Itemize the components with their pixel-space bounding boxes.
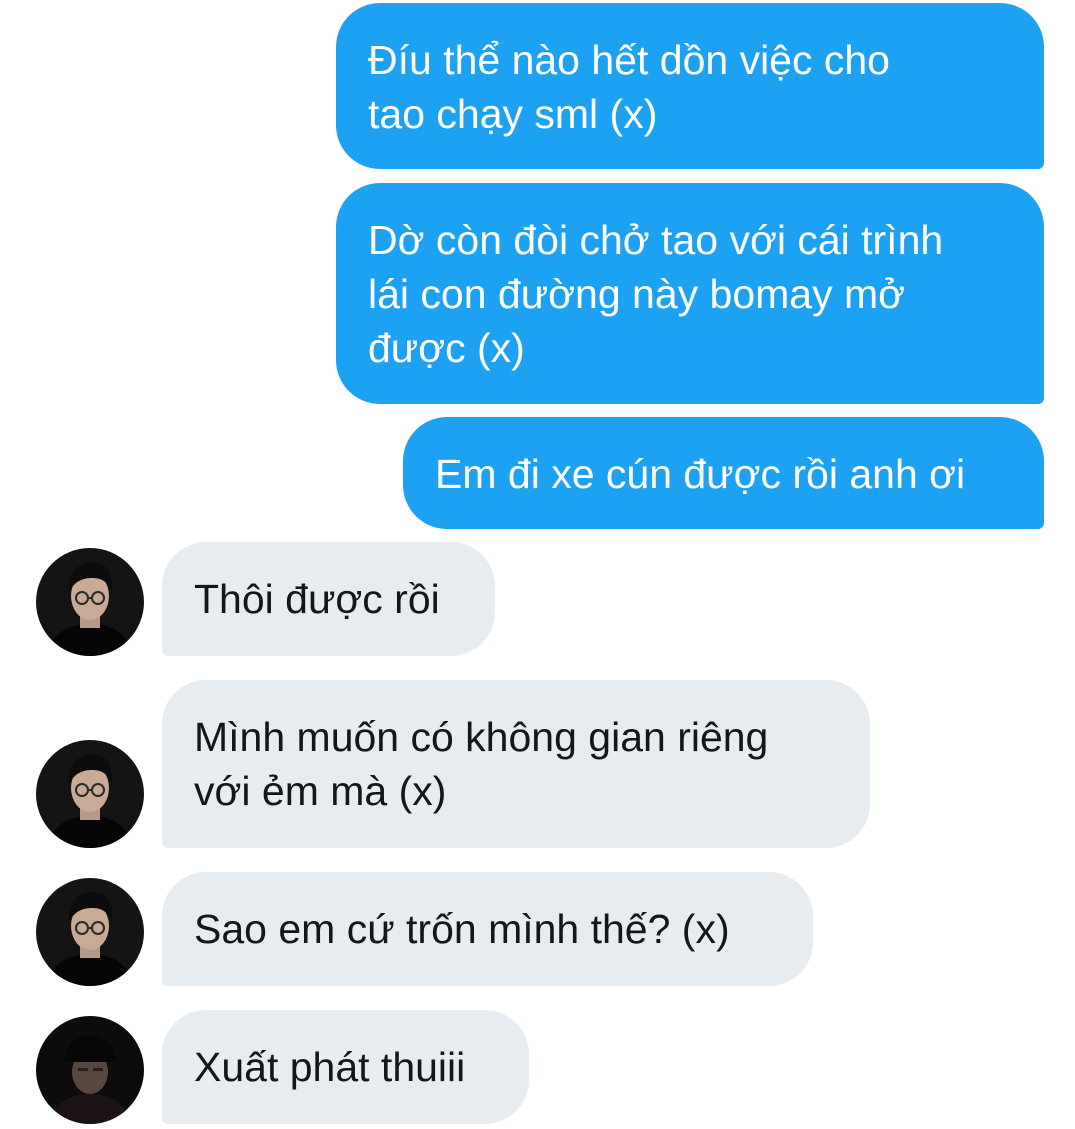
- message-text-line: với ẻm mà (x): [194, 768, 447, 814]
- profile-photo-man-cap-icon: [36, 1016, 144, 1124]
- message-text-line: Sao em cứ trốn mình thế? (x): [194, 906, 730, 952]
- message-text-line: Thôi được rồi: [194, 576, 440, 622]
- sent-message-bubble[interactable]: Em đi xe cún được rồi anh ơi: [403, 417, 1044, 529]
- received-message-bubble[interactable]: Sao em cứ trốn mình thế? (x): [162, 872, 813, 986]
- message-text-line: tao chạy sml (x): [368, 91, 658, 137]
- received-message-bubble[interactable]: Xuất phát thuiii: [162, 1010, 529, 1124]
- received-message-bubble[interactable]: Mình muốn có không gian riêng với ẻm mà …: [162, 680, 870, 848]
- received-message-bubble[interactable]: Thôi được rồi: [162, 542, 495, 656]
- avatar[interactable]: [36, 878, 144, 986]
- avatar[interactable]: [36, 740, 144, 848]
- profile-photo-man-glasses-icon: [36, 740, 144, 848]
- message-thread: Đíu thể nào hết dồn việc cho tao chạy sm…: [0, 0, 1075, 1129]
- profile-photo-man-glasses-icon: [36, 548, 144, 656]
- message-text-line: Xuất phát thuiii: [194, 1044, 466, 1090]
- sent-message-bubble[interactable]: Đíu thể nào hết dồn việc cho tao chạy sm…: [336, 3, 1044, 169]
- sent-message-bubble[interactable]: Dờ còn đòi chở tao với cái trình lái con…: [336, 183, 1044, 404]
- message-text-line: Mình muốn có không gian riêng: [194, 714, 769, 760]
- avatar[interactable]: [36, 1016, 144, 1124]
- avatar[interactable]: [36, 548, 144, 656]
- message-text-line: được (x): [368, 325, 525, 371]
- message-text-line: Dờ còn đòi chở tao với cái trình: [368, 217, 944, 263]
- profile-photo-man-glasses-icon: [36, 878, 144, 986]
- message-text-line: Đíu thể nào hết dồn việc cho: [368, 37, 890, 83]
- message-text-line: Em đi xe cún được rồi anh ơi: [435, 451, 966, 497]
- message-text-line: lái con đường này bomay mở: [368, 271, 906, 317]
